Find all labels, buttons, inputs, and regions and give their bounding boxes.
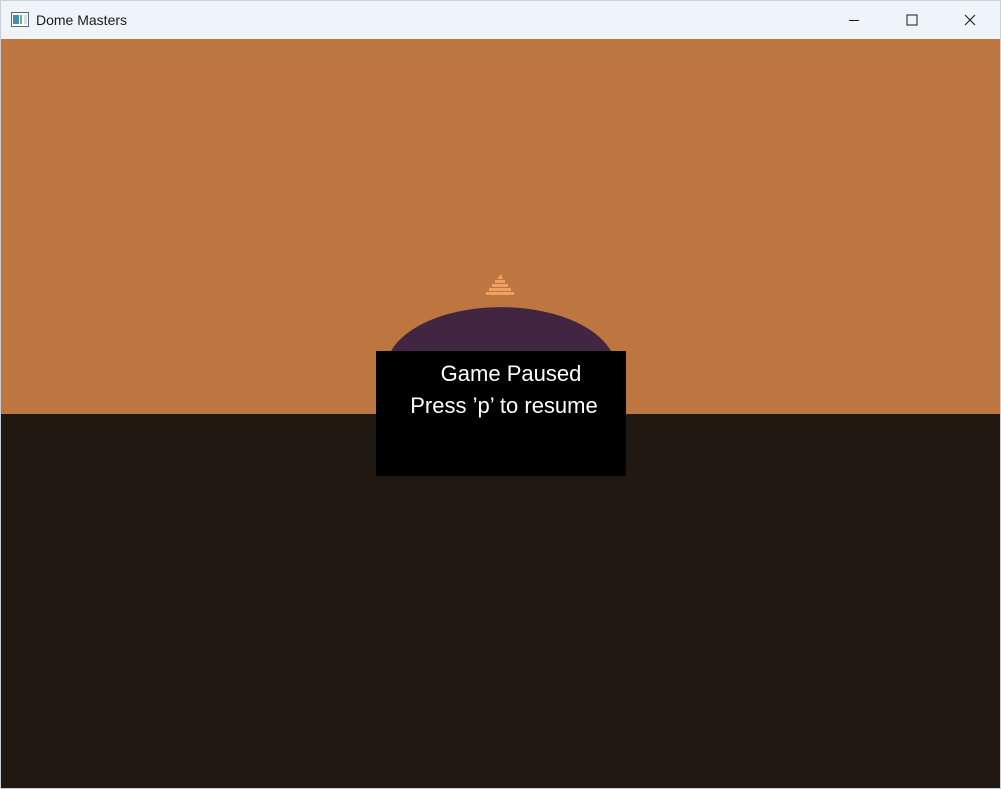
turret-stripe-1 [495,280,505,283]
turret-tip [497,274,503,279]
maximize-button[interactable] [883,1,941,39]
minimize-icon [848,14,860,26]
app-window-icon [11,12,29,27]
resume-hint: Press ’p’ to resume [410,393,598,418]
minimize-button[interactable] [825,1,883,39]
close-icon [964,14,976,26]
window-title: Dome Masters [36,12,128,28]
app-window: Dome Masters Game Paused Press ’p’ to re… [0,0,1001,789]
maximize-icon [906,14,918,26]
title-bar[interactable]: Dome Masters [1,1,1000,39]
pause-overlay: Game Paused Press ’p’ to resume [376,351,626,476]
dome [391,307,611,351]
close-button[interactable] [941,1,999,39]
dome-turret [486,274,514,295]
turret-stripe-2 [492,284,508,287]
turret-stripe-4 [486,292,514,295]
turret-stripe-3 [489,288,511,291]
pause-title: Game Paused [440,361,582,386]
game-canvas[interactable]: Game Paused Press ’p’ to resume [1,39,1000,788]
